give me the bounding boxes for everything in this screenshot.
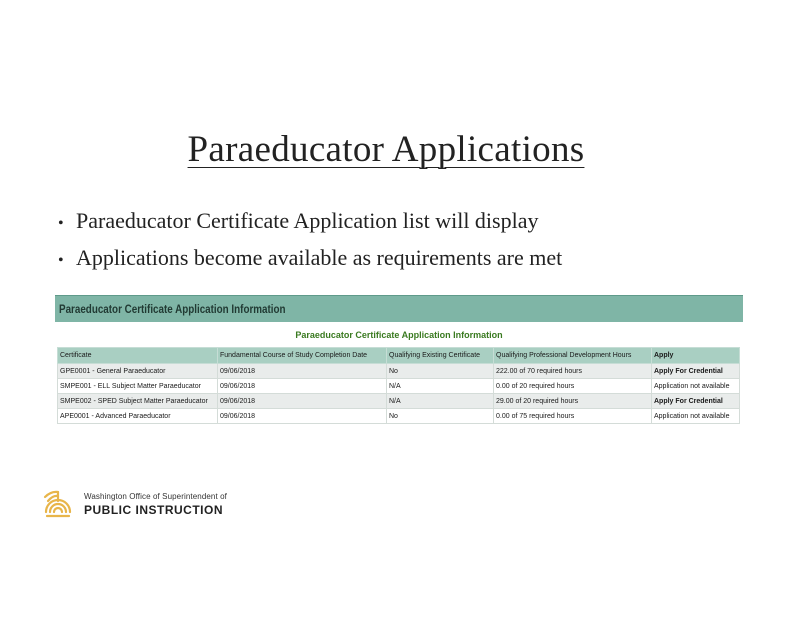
cell-existing-certificate: No (386, 408, 494, 424)
cell-certificate: SMPE001 - ELL Subject Matter Paraeducato… (57, 378, 218, 394)
logo-text: Washington Office of Superintendent of P… (84, 492, 227, 517)
table-header-row: Certificate Fundamental Course of Study … (57, 347, 740, 364)
logo-line-name: PUBLIC INSTRUCTION (84, 502, 223, 517)
cell-existing-certificate: No (386, 363, 494, 379)
apply-for-credential-link[interactable]: Apply For Credential (651, 393, 740, 409)
table-row: GPE0001 - General Paraeducator 09/06/201… (57, 363, 740, 379)
table-row: APE0001 - Advanced Paraeducator 09/06/20… (57, 408, 740, 424)
applications-table: Certificate Fundamental Course of Study … (57, 347, 740, 424)
logo-line-agency: Washington Office of Superintendent of (84, 491, 227, 501)
table-caption: Paraeducator Certificate Application Inf… (295, 330, 503, 340)
ospi-logo: Washington Office of Superintendent of P… (42, 488, 227, 520)
column-header-apply[interactable]: Apply (651, 347, 740, 364)
bullet-item: • Paraeducator Certificate Application l… (58, 204, 562, 241)
cell-completion-date: 09/06/2018 (217, 363, 387, 379)
column-header-certificate[interactable]: Certificate (57, 347, 218, 364)
bullet-list: • Paraeducator Certificate Application l… (58, 204, 562, 278)
slide-title: Paraeducator Applications (0, 128, 800, 172)
bullet-text: Applications become available as require… (76, 245, 563, 270)
application-info-panel: Paraeducator Certificate Application Inf… (55, 295, 743, 432)
table-row: SMPE001 - ELL Subject Matter Paraeducato… (57, 378, 740, 394)
bullet-text: Paraeducator Certificate Application lis… (76, 208, 539, 233)
cell-certificate: GPE0001 - General Paraeducator (57, 363, 218, 379)
cell-pd-hours: 0.00 of 20 required hours (493, 378, 652, 394)
application-not-available-text: Application not available (651, 408, 740, 424)
panel-header: Paraeducator Certificate Application Inf… (55, 295, 743, 322)
cell-certificate: APE0001 - Advanced Paraeducator (57, 408, 218, 424)
cell-pd-hours: 222.00 of 70 required hours (493, 363, 652, 379)
cell-pd-hours: 29.00 of 20 required hours (493, 393, 652, 409)
panel-header-title: Paraeducator Certificate Application Inf… (59, 302, 286, 316)
cell-existing-certificate: N/A (386, 393, 494, 409)
cell-completion-date: 09/06/2018 (217, 408, 387, 424)
ospi-sun-logo-icon (43, 490, 72, 518)
cell-completion-date: 09/06/2018 (217, 378, 387, 394)
cell-certificate: SMPE002 - SPED Subject Matter Paraeducat… (57, 393, 218, 409)
table-row: SMPE002 - SPED Subject Matter Paraeducat… (57, 393, 740, 409)
column-header-completion-date[interactable]: Fundamental Course of Study Completion D… (217, 347, 387, 364)
column-header-existing-certificate[interactable]: Qualifying Existing Certificate (386, 347, 494, 364)
slide-title-text: Paraeducator Applications (187, 129, 585, 170)
column-header-pd-hours[interactable]: Qualifying Professional Development Hour… (493, 347, 652, 364)
application-not-available-text: Application not available (651, 378, 740, 394)
bullet-item: • Applications become available as requi… (58, 241, 562, 278)
bullet-marker: • (58, 252, 64, 269)
cell-pd-hours: 0.00 of 75 required hours (493, 408, 652, 424)
cell-existing-certificate: N/A (386, 378, 494, 394)
cell-completion-date: 09/06/2018 (217, 393, 387, 409)
apply-for-credential-link[interactable]: Apply For Credential (651, 363, 740, 379)
bullet-marker: • (58, 215, 64, 232)
